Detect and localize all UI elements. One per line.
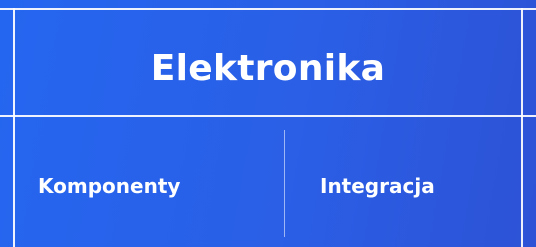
- right-border-line: [521, 8, 523, 247]
- card-title: Elektronika: [150, 48, 386, 89]
- integration-label[interactable]: Integracja: [320, 172, 435, 200]
- left-border-line: [13, 8, 15, 247]
- components-label[interactable]: Komponenty: [38, 172, 180, 200]
- top-border-line: [0, 8, 536, 10]
- card-container: Elektronika Komponenty Integracja: [0, 0, 536, 247]
- horizontal-divider: [0, 115, 536, 117]
- vertical-divider: [284, 130, 285, 237]
